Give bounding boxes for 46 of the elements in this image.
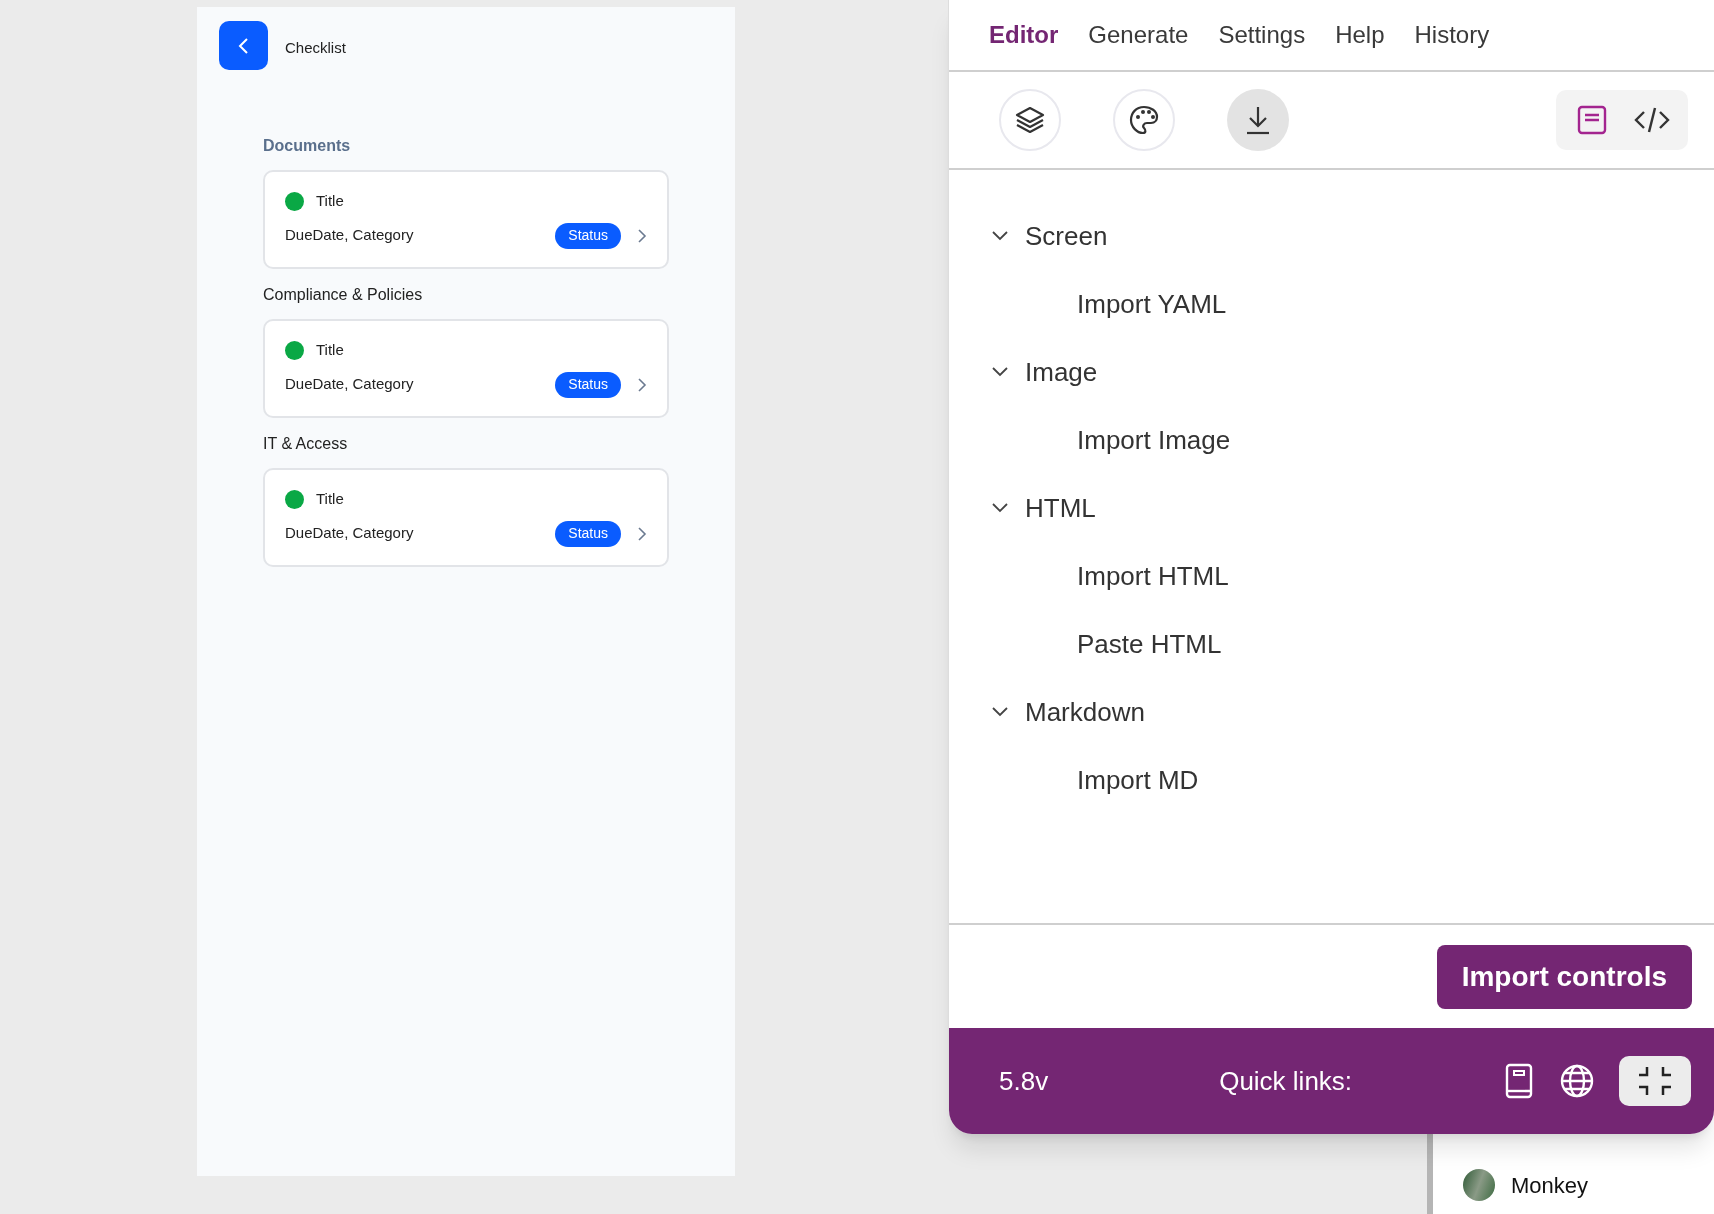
tree-item[interactable]: Import MD <box>1077 760 1199 800</box>
tree-item[interactable]: Import Image <box>1077 420 1231 460</box>
menu-tab[interactable]: History <box>1414 17 1490 53</box>
checklist-card[interactable]: Title DueDate, Category Status <box>263 468 669 567</box>
item-subtitle: DueDate, Category <box>285 225 414 246</box>
status-badge: Status <box>555 222 621 249</box>
list-item-label: Monkey <box>1511 1171 1589 1200</box>
version-label: 5.8v <box>999 1064 1049 1098</box>
book-icon[interactable] <box>1503 1063 1535 1099</box>
item-subtitle: DueDate, Category <box>285 523 414 544</box>
checklist-card[interactable]: Title DueDate, Category Status <box>263 319 669 418</box>
chevron-right-icon <box>637 227 647 244</box>
menu-tab[interactable]: Settings <box>1218 17 1306 53</box>
tree-group-label[interactable]: Markdown <box>1025 692 1145 732</box>
status-badge: Status <box>555 520 621 547</box>
globe-icon[interactable] <box>1559 1063 1595 1099</box>
section-heading: IT & Access <box>263 434 349 454</box>
collapse-button[interactable] <box>1619 1056 1691 1106</box>
status-badge: Status <box>555 371 621 398</box>
section-heading: Documents <box>263 136 352 156</box>
menu-tab[interactable]: Editor <box>989 17 1059 53</box>
section-heading: Compliance & Policies <box>263 285 424 305</box>
menu-tab[interactable]: Help <box>1335 17 1385 53</box>
tree-group-label[interactable]: HTML <box>1025 488 1096 528</box>
back-button[interactable] <box>219 21 268 70</box>
chevron-right-icon <box>637 525 647 542</box>
checklist-card[interactable]: Title DueDate, Category Status <box>263 170 669 269</box>
import-controls-button[interactable]: Import controls <box>1436 945 1692 1009</box>
collapse-icon <box>1637 1065 1673 1097</box>
avatar <box>1463 1169 1495 1201</box>
tree-group-label[interactable]: Image <box>1025 352 1098 392</box>
screen-title: Checklist <box>285 38 346 58</box>
item-title: Title <box>316 340 344 360</box>
item-title: Title <box>316 191 344 211</box>
quick-links-label: Quick links: <box>1219 1064 1353 1098</box>
tree-group-label[interactable]: Screen <box>1025 216 1108 256</box>
tree-item[interactable]: Import YAML <box>1077 284 1227 324</box>
menu-tab[interactable]: Generate <box>1088 17 1189 53</box>
tree-item[interactable]: Import HTML <box>1077 556 1229 596</box>
item-subtitle: DueDate, Category <box>285 374 414 395</box>
chevron-right-icon <box>637 376 647 393</box>
tree-item[interactable]: Paste HTML <box>1077 624 1222 664</box>
palette-icon <box>1128 104 1160 136</box>
window-icon <box>1576 104 1608 136</box>
item-title: Title <box>316 489 344 509</box>
layers-icon <box>1014 104 1046 136</box>
